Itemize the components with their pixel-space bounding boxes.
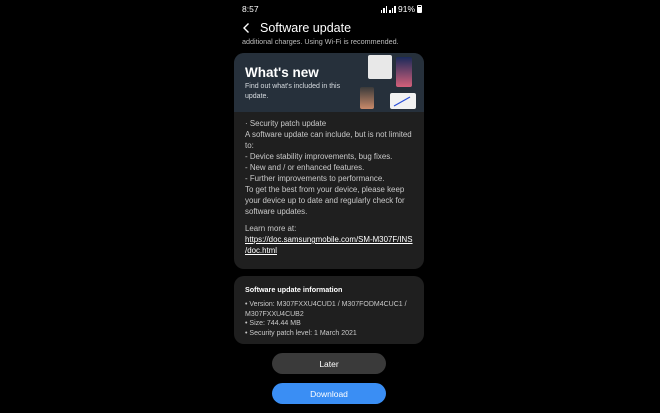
signal-icon — [380, 5, 388, 13]
changelog-line: to: — [245, 141, 254, 150]
info-title: Software update information — [245, 285, 343, 294]
changelog-line: - Further improvements to performance. — [245, 174, 385, 183]
whats-new-card: What's new Find out what's included in t… — [234, 53, 424, 269]
info-line: • Security patch level: 1 March 2021 — [245, 329, 357, 337]
page-title: Software update — [260, 21, 352, 35]
preview-image-2 — [396, 57, 412, 87]
update-info-card: Software update information • Version: M… — [234, 276, 424, 344]
whats-new-subtitle: Find out what's included in this update. — [245, 83, 341, 100]
status-bar: 8:57 91% — [242, 3, 422, 15]
battery-text: 91% — [397, 4, 415, 14]
preview-image-4 — [390, 93, 416, 109]
changelog-line: your device up to date and regularly che… — [245, 196, 405, 205]
battery-icon — [417, 5, 422, 13]
changelog-line: · Security patch update — [245, 119, 327, 128]
download-button[interactable]: Download — [272, 383, 386, 404]
status-time: 8:57 — [242, 4, 259, 14]
info-line: M307FXXU4CUB2 — [245, 310, 304, 318]
changelog-line: To get the best from your device, please… — [245, 185, 405, 194]
phone-screen: 8:57 91% Software update additional char… — [234, 0, 426, 413]
back-arrow-icon — [242, 23, 249, 33]
info-line: • Size: 744.44 MB — [245, 320, 301, 327]
changelog-line: A software update can include, but is no… — [245, 130, 412, 139]
doc-link[interactable]: https://doc.samsungmobile.com/SM-M307F/I… — [245, 234, 413, 256]
clipped-notice: additional charges. Using Wi-Fi is recom… — [242, 37, 399, 46]
pen-stroke-icon — [393, 96, 411, 107]
preview-image-3 — [360, 87, 374, 109]
info-line: • Version: M307FXXU4CUD1 / M307FODM4CUC1… — [245, 301, 407, 308]
preview-image-1 — [368, 55, 392, 79]
changelog-line: software updates. — [245, 207, 308, 216]
changelog-line: - Device stability improvements, bug fix… — [245, 152, 393, 161]
changelog-text: · Security patch update A software updat… — [234, 112, 424, 256]
changelog-line: - New and / or enhanced features. — [245, 163, 365, 172]
status-icons: 91% — [380, 4, 422, 14]
later-button[interactable]: Later — [272, 353, 386, 374]
whats-new-title: What's new — [245, 65, 319, 80]
whats-new-banner: What's new Find out what's included in t… — [234, 53, 424, 112]
learn-more-label: Learn more at: — [245, 224, 297, 233]
signal-icon-2 — [389, 5, 396, 13]
